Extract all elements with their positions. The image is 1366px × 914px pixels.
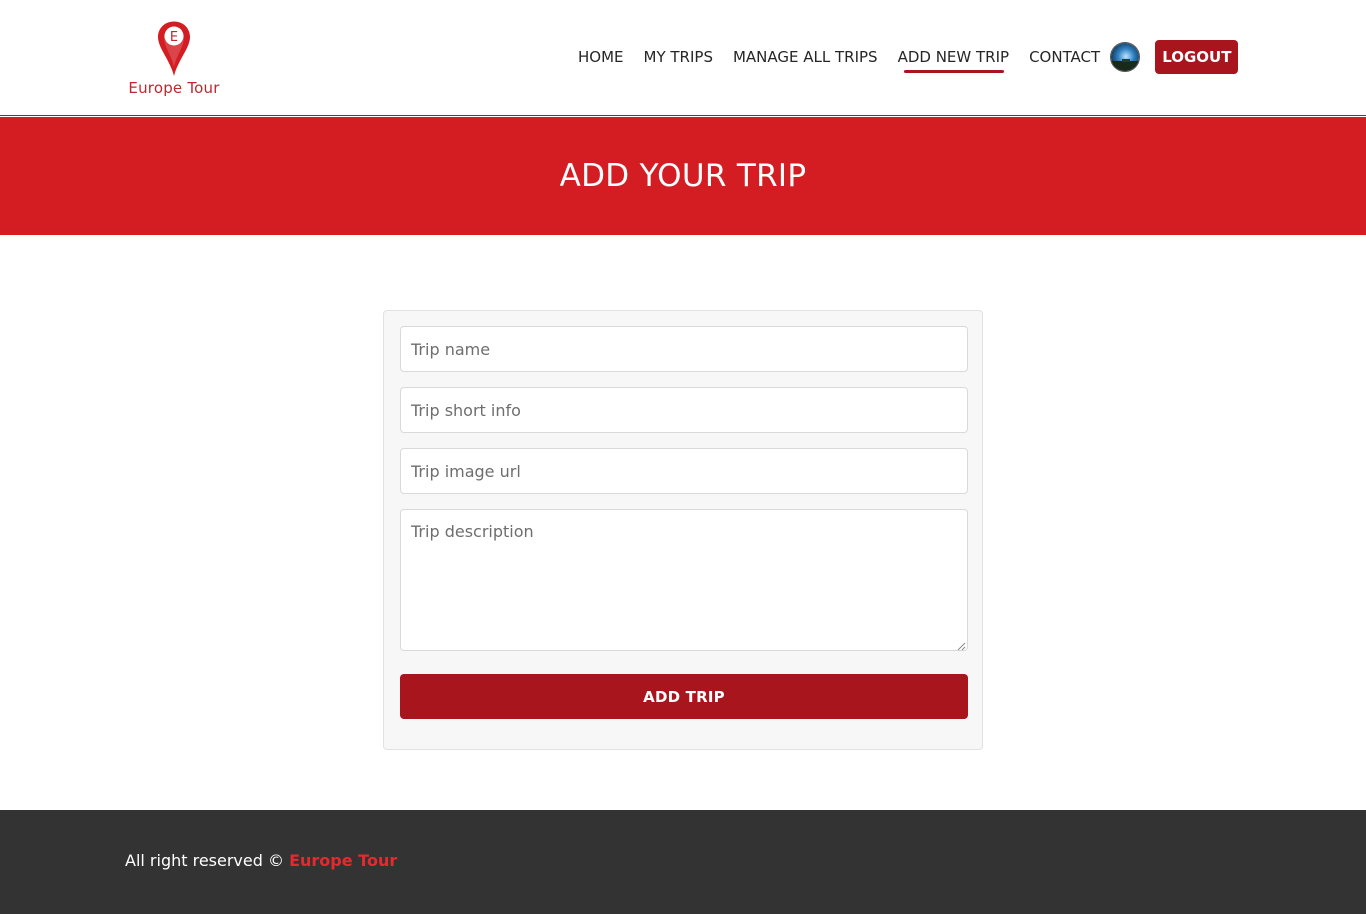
trip-description-textarea[interactable] <box>400 509 968 651</box>
nav-home[interactable]: HOME <box>568 40 634 74</box>
logo-letter: E <box>170 30 178 45</box>
trip-short-info-input[interactable] <box>400 387 968 433</box>
logo-text: Europe Tour <box>128 79 220 97</box>
footer-brand[interactable]: Europe Tour <box>289 851 397 870</box>
user-avatar-icon[interactable] <box>1110 42 1141 72</box>
map-pin-icon: E <box>158 21 190 76</box>
nav-contact[interactable]: CONTACT <box>1019 40 1110 74</box>
nav-add-new-trip[interactable]: ADD NEW TRIP <box>888 40 1019 74</box>
page-title: ADD YOUR TRIP <box>559 158 807 194</box>
nav-my-trips[interactable]: MY TRIPS <box>634 40 723 74</box>
add-trip-button[interactable]: ADD TRIP <box>400 674 968 719</box>
site-footer: All right reserved © Europe Tour <box>0 810 1366 914</box>
footer-text: All right reserved © <box>125 851 284 870</box>
footer-copyright: All right reserved © Europe Tour <box>125 851 397 870</box>
page-banner: ADD YOUR TRIP <box>0 117 1366 235</box>
site-header: E Europe Tour HOME MY TRIPS MANAGE ALL T… <box>0 0 1366 116</box>
trip-name-input[interactable] <box>400 326 968 372</box>
site-logo[interactable]: E Europe Tour <box>128 20 220 100</box>
trip-image-url-input[interactable] <box>400 448 968 494</box>
logout-button[interactable]: LOGOUT <box>1155 40 1239 74</box>
add-trip-form: ADD TRIP <box>383 310 983 750</box>
main-nav: HOME MY TRIPS MANAGE ALL TRIPS ADD NEW T… <box>568 40 1239 74</box>
nav-manage-all-trips[interactable]: MANAGE ALL TRIPS <box>723 40 888 74</box>
